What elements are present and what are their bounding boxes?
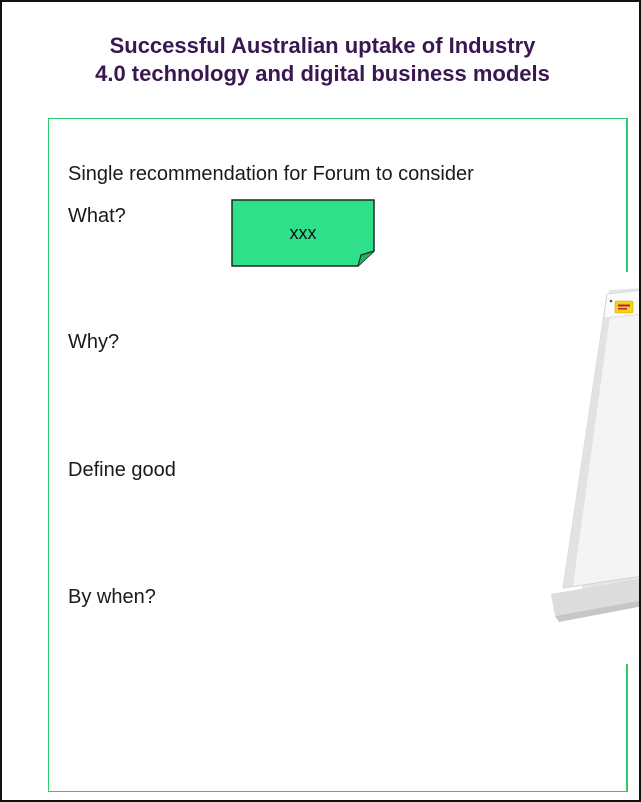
field-label-why: Why? xyxy=(68,331,120,353)
slide-title: Successful Australian uptake of Industry… xyxy=(2,32,639,88)
field-label-what: What? xyxy=(68,205,126,227)
frame-right-edge-bottom xyxy=(626,664,628,792)
sticky-note-text: xxx xyxy=(289,223,317,243)
frame-right-edge-top xyxy=(626,118,628,272)
field-label-define-good: Define good xyxy=(68,459,176,481)
post-it-easel-pad-icon xyxy=(551,288,639,624)
slide-page: Successful Australian uptake of Industry… xyxy=(0,0,641,802)
slide-title-line-1: Successful Australian uptake of Industry xyxy=(109,33,536,58)
sticky-note[interactable]: xxx xyxy=(231,199,375,267)
slide-title-line-2: 4.0 technology and digital business mode… xyxy=(95,61,550,86)
recommendation-heading: Single recommendation for Forum to consi… xyxy=(68,163,474,185)
field-label-by-when: By when? xyxy=(68,586,156,608)
